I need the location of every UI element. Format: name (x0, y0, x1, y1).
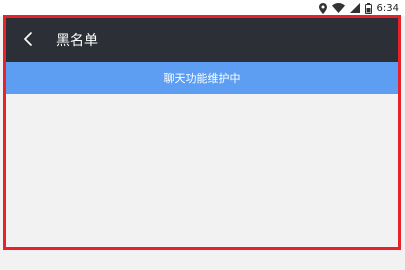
app-bar: 黑名单 (6, 18, 398, 62)
highlight-frame: 黑名单 聊天功能维护中 (3, 15, 401, 250)
wifi-icon (331, 3, 345, 13)
page-title: 黑名单 (56, 33, 98, 49)
chevron-left-icon (23, 31, 33, 50)
signal-icon (349, 3, 360, 13)
location-icon (318, 2, 327, 14)
maintenance-notice-bar: 聊天功能维护中 (6, 62, 398, 94)
battery-icon (364, 2, 372, 14)
maintenance-notice-text: 聊天功能维护中 (163, 72, 241, 85)
status-time: 6:34 (376, 2, 399, 14)
blacklist-content-area (6, 94, 398, 247)
back-button[interactable] (10, 18, 46, 62)
status-bar: 6:34 (0, 0, 405, 16)
